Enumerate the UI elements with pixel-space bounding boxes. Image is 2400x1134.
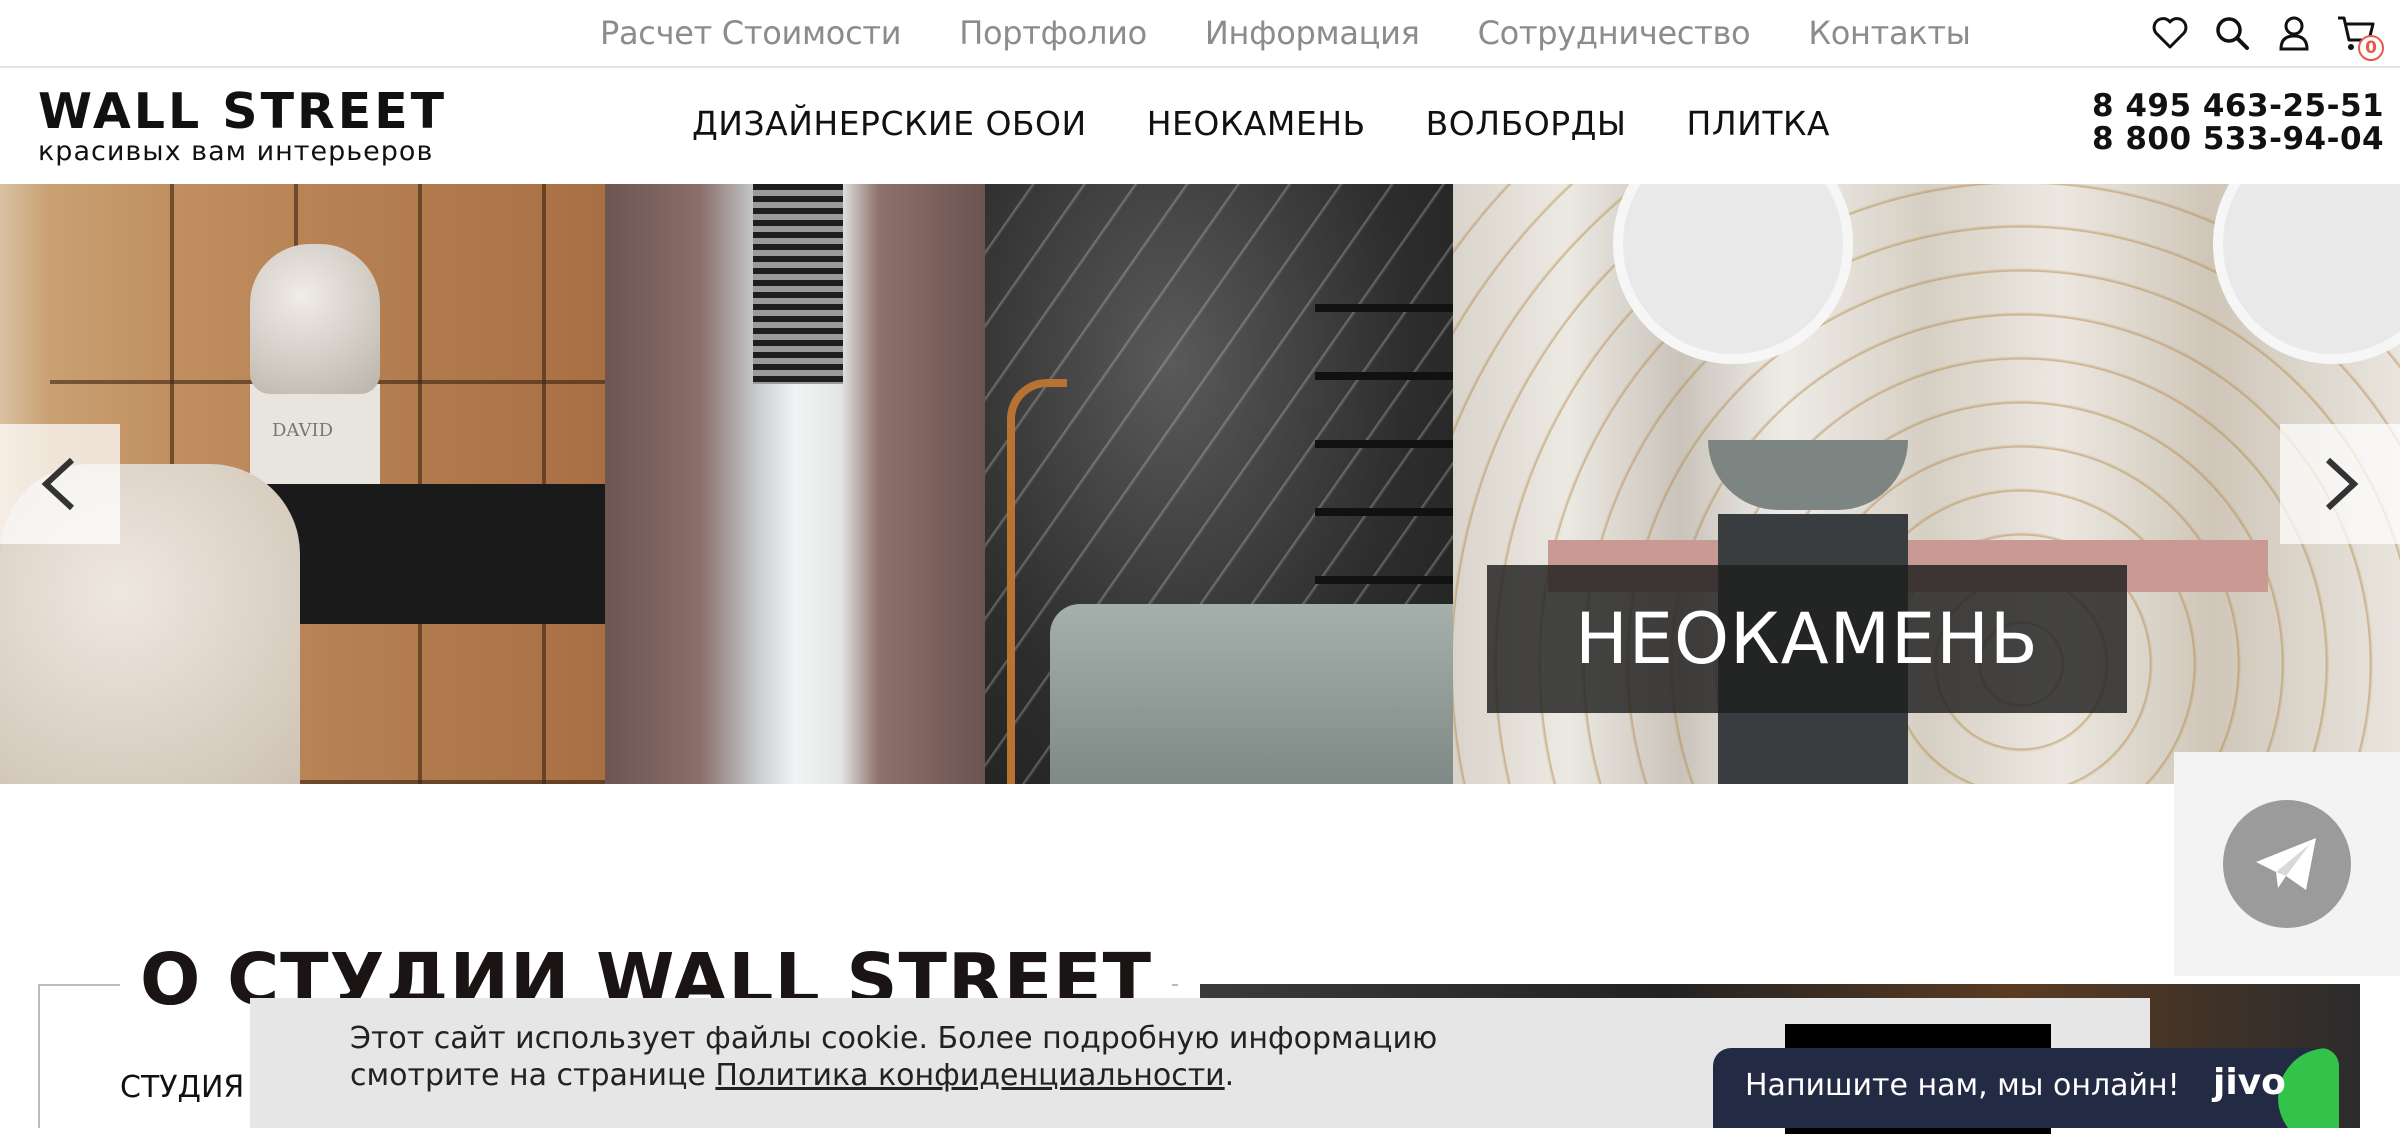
slide-image-marble-bathroom <box>985 184 1453 784</box>
user-icon <box>2279 16 2309 51</box>
jivo-chat-label: Напишите нам, мы онлайн! <box>1745 1068 2180 1103</box>
chevron-left-icon <box>41 457 75 511</box>
telegram-button[interactable] <box>2223 800 2351 928</box>
wishlist-button[interactable] <box>2148 11 2192 55</box>
top-nav-calc[interactable]: Расчет Стоимости <box>600 14 902 52</box>
main-nav-tile[interactable]: ПЛИТКА <box>1687 104 1830 143</box>
telegram-icon <box>2256 838 2316 890</box>
jivo-logo: jivo <box>2213 1062 2286 1103</box>
top-bar: Расчет Стоимости Портфолио Информация Со… <box>0 0 2400 68</box>
bust-label: DAVID <box>272 420 334 441</box>
cart-button[interactable]: 0 <box>2334 11 2384 61</box>
slide-caption-text: НЕОКАМЕНЬ <box>1575 598 2039 680</box>
heart-icon <box>2152 17 2188 49</box>
header-tools: 0 <box>2148 10 2384 61</box>
slider-prev-button[interactable] <box>0 424 120 544</box>
main-nav: ДИЗАЙНЕРСКИЕ ОБОИ НЕОКАМЕНЬ ВОЛБОРДЫ ПЛИ… <box>692 104 1830 143</box>
hero-slider: DAVID НЕОКАМЕНЬ <box>0 184 2400 784</box>
phone-tollfree[interactable]: 8 800 533-94-04 <box>2092 123 2384 156</box>
privacy-policy-link[interactable]: Политика конфиденциальности <box>715 1058 1224 1093</box>
slider-next-button[interactable] <box>2280 424 2400 544</box>
about-text: СТУДИЯ <box>120 1070 245 1105</box>
chevron-right-icon <box>2325 457 2359 511</box>
logo-subtitle: красивых вам интерьеров <box>38 136 434 167</box>
cookie-period: . <box>1224 1058 1235 1093</box>
top-nav-contacts[interactable]: Контакты <box>1808 14 1971 52</box>
slide-image-window-curtains <box>605 184 985 784</box>
top-nav-info[interactable]: Информация <box>1205 14 1420 52</box>
logo-title: WALL STREET <box>38 83 448 140</box>
cart-count-badge: 0 <box>2358 35 2384 61</box>
slide-caption[interactable]: НЕОКАМЕНЬ <box>1487 565 2127 713</box>
phone-numbers: 8 495 463-25-51 8 800 533-94-04 <box>2092 90 2384 156</box>
top-nav-portfolio[interactable]: Портфолио <box>959 14 1147 52</box>
top-nav-cooperation[interactable]: Сотрудничество <box>1478 14 1751 52</box>
site-logo[interactable]: WALL STREET красивых вам интерьеров <box>38 83 458 168</box>
jivo-chat-widget[interactable]: Напишите нам, мы онлайн! jivo <box>1713 1048 2339 1128</box>
cookie-text: Этот сайт использует файлы cookie. Более… <box>350 1020 1550 1094</box>
main-nav-wallpaper[interactable]: ДИЗАЙНЕРСКИЕ ОБОИ <box>692 104 1087 143</box>
phone-moscow[interactable]: 8 495 463-25-51 <box>2092 90 2384 123</box>
telegram-widget[interactable] <box>2174 752 2400 976</box>
search-button[interactable] <box>2210 11 2254 55</box>
account-button[interactable] <box>2272 11 2316 55</box>
main-nav-neostone[interactable]: НЕОКАМЕНЬ <box>1147 104 1366 143</box>
main-header: WALL STREET красивых вам интерьеров ДИЗА… <box>0 70 2400 184</box>
jivo-status-indicator <box>2278 1048 2339 1128</box>
search-icon <box>2216 17 2249 50</box>
main-nav-wallboards[interactable]: ВОЛБОРДЫ <box>1426 104 1627 143</box>
top-nav: Расчет Стоимости Портфолио Информация Со… <box>600 10 1971 56</box>
